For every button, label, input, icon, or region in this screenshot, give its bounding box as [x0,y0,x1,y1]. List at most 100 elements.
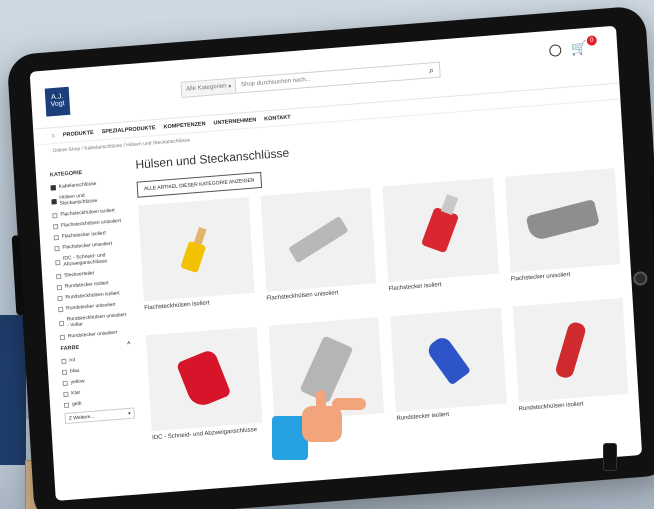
nav-item-kontakt[interactable]: KONTAKT [264,114,291,122]
color-list: rot blau yellow Klar gelb [61,353,134,408]
home-icon[interactable]: ⌂ [51,132,55,138]
checkbox[interactable] [54,245,60,251]
camera-icon [632,270,648,287]
product-tile[interactable]: Flachstecker unisoliert [504,168,622,298]
checkbox[interactable] [59,334,66,340]
category-filter-item[interactable]: Hülsen und Steckanschlüsse [51,190,122,207]
category-filter-item[interactable]: Rundstecker isoliert [56,279,127,290]
category-filter-label: Kabelanschlüsse [58,180,97,190]
checkbox[interactable] [63,391,69,397]
category-filter-item[interactable]: Flachstecker isoliert [53,229,124,240]
checkbox[interactable] [58,306,64,312]
color-filter-item[interactable]: yellow [62,375,133,386]
product-name[interactable]: Flachsteckhülsen unisoliert [266,287,378,318]
category-filter-item[interactable]: Flachsteckhülsen unisoliert [52,218,123,229]
product-tile[interactable]: Rundsteckhülsen isoliert [512,297,630,429]
search-bar[interactable]: Alle Kategorien ▾ Shop durchsuchen nach.… [180,61,441,98]
color-filter-item[interactable]: gelb [63,397,134,408]
product-tile[interactable]: Flachsteckhülsen isoliert [138,197,256,327]
more-colors-select[interactable]: Z Weitere... ▾ [64,407,135,425]
product-image[interactable] [390,307,507,413]
checkbox[interactable] [61,358,67,364]
checkbox[interactable] [63,402,70,408]
category-filter-label: Steckverteiler [63,270,95,279]
checkbox[interactable] [56,284,62,290]
product-area: Hülsen und Steckanschlüsse ALLE ARTIKEL … [125,113,640,458]
product-tile[interactable]: Flachsteckhülsen unisoliert [260,187,378,317]
category-filter-item[interactable]: Flachstecker unisoliert [54,240,124,251]
chevron-up-icon: ˄ [127,340,131,347]
nav-item-produkte[interactable]: PRODUKTE [63,129,94,137]
search-icon[interactable]: ⌕ [423,64,440,76]
product-name[interactable]: Flachstecker unisoliert [511,268,623,299]
logo-text: A.J. Vogt [50,93,65,109]
category-filter-item[interactable]: Kabelanschlüsse [50,179,121,190]
product-name[interactable]: Flachsteckhülsen isoliert [144,297,256,328]
product-name[interactable]: Rundsteckhülsen isoliert [518,398,630,429]
category-filter-label: Flachsteckhülsen isoliert [60,207,115,218]
phone-illustration [603,443,617,471]
checkbox[interactable] [58,320,65,326]
category-filter-label: Flachstecker unisoliert [62,240,113,251]
background-scene: A.J. Vogt Alle Kategorien ▾ Shop durchsu… [0,0,654,509]
checkbox[interactable] [55,259,61,265]
category-filter-item[interactable]: Flachsteckhülsen isoliert [52,207,122,218]
search-category-select[interactable]: Alle Kategorien ▾ [181,78,237,97]
category-filter-item[interactable]: Rundsteckhülsen unisoliert - Vollar [58,311,130,329]
product-tile[interactable]: Flachstecker isoliert [382,177,500,309]
color-filter-label: FARBE [60,344,80,353]
checkbox[interactable] [57,295,63,301]
color-filter-title[interactable]: FARBE ˄ [60,341,130,352]
cart-icon[interactable]: 🛒 [571,40,588,57]
checkbox[interactable] [50,184,56,190]
checkbox[interactable] [52,212,58,218]
hook-connector-image [525,199,600,242]
category-filter-item[interactable]: Rundsteckhülsen isoliert [57,290,127,301]
nav-item-kompetenzen[interactable]: KOMPETENZEN [163,121,205,130]
user-account-icon[interactable] [548,44,562,57]
product-image[interactable] [504,168,621,273]
nav-item-unternehmen[interactable]: UNTERNEHMEN [213,117,256,126]
category-filter-item[interactable]: IDC - Schneid- und Abzweiganschlüsse [55,251,126,268]
nav-item-spezialprodukte[interactable]: SPEZIALPRODUKTE [101,125,155,135]
product-name[interactable]: Rundstecker isoliert [396,407,508,438]
product-image[interactable] [138,197,255,302]
search-input[interactable]: Shop durchsuchen nach... [236,68,423,89]
category-filter-label: Rundsteckhülsen isoliert [65,290,120,301]
idc-clip-image [176,348,232,410]
color-filter-item[interactable]: blau [61,364,132,375]
product-name[interactable]: IDC - Schneid- und Abzweiganschlüsse [152,427,264,458]
logo[interactable]: A.J. Vogt [44,86,71,117]
product-tile[interactable]: IDC - Schneid- und Abzweiganschlüsse [145,326,264,458]
checkbox[interactable] [51,198,57,204]
color-filter-item[interactable]: Klar [63,386,133,397]
category-filter-label: Rundsteckhülsen unisoliert - Vollar [66,311,127,329]
product-image[interactable] [260,187,377,292]
product-tile[interactable]: Rundstecker isoliert [390,307,508,438]
category-filter-item[interactable]: Steckverteiler [56,268,126,279]
category-filter-label: Flachstecker isoliert [61,230,106,240]
checkbox[interactable] [61,369,68,375]
checkbox[interactable] [56,273,62,279]
category-list: Kabelanschlüsse Hülsen und Steckanschlüss… [50,179,130,340]
product-name[interactable]: Flachstecker isoliert [388,278,500,309]
category-filter-item[interactable]: Rundstecker unisoliert [58,301,128,312]
search-category-label: Alle Kategorien [185,83,227,93]
checkbox[interactable] [62,380,68,386]
category-filter-item[interactable]: Rundstecker unisoliert [59,329,130,340]
show-all-articles-button[interactable]: ALLE ARTIKEL DIESER KATEGORIE ANZEIGEN [136,171,262,198]
checkbox[interactable] [53,234,59,240]
color-filter-item[interactable]: rot [61,353,131,364]
category-filter-label: Rundstecker isoliert [64,280,109,290]
checkbox[interactable] [52,223,59,229]
product-image[interactable] [145,326,262,432]
category-filter-label: Flachsteckhülsen unisoliert [60,218,122,229]
category-filter-label: Hülsen und Steckanschlüsse [59,192,98,207]
category-filter-label: Rundstecker unisoliert [65,301,116,312]
product-image[interactable] [512,297,629,403]
tablet-side-button [11,235,25,316]
color-filter-label: gelb [71,400,82,408]
product-image[interactable] [382,177,499,283]
tablet-side-button [649,174,654,266]
category-filter-title: KATEGORIE [50,167,120,179]
